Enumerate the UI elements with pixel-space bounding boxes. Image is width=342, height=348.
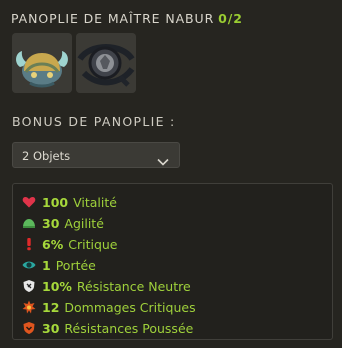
bonus-value: 100 xyxy=(42,194,69,210)
panoply-item-count: 0/2 xyxy=(218,11,243,26)
bonus-row-vitality: 100 Vitalité xyxy=(22,193,117,211)
bonus-value: 6% xyxy=(42,236,64,252)
set-bonus-panel: 100 Vitalité 30 Agilité 6% Critique 1 Po… xyxy=(12,183,333,340)
bonus-label: Vitalité xyxy=(73,194,117,210)
item-count-select-value: 2 Objets xyxy=(22,149,71,163)
critical-icon xyxy=(22,237,36,251)
bonus-row-neutral-resistance: 10% Résistance Neutre xyxy=(22,277,191,295)
bonus-label: Portée xyxy=(55,257,96,273)
critical-damage-icon xyxy=(22,300,36,314)
panoply-title: PANOPLIE DE MAÎTRE NABUR 0/2 xyxy=(11,11,243,26)
panoply-item-amulet[interactable] xyxy=(76,33,136,93)
bonus-row-critical: 6% Critique xyxy=(22,235,118,253)
bonus-value: 30 xyxy=(42,215,60,231)
chevron-down-icon xyxy=(157,151,169,170)
amulet-icon xyxy=(76,33,136,93)
panoply-item-helmet[interactable] xyxy=(12,33,72,93)
agility-icon xyxy=(22,216,36,230)
item-count-select[interactable]: 2 Objets xyxy=(12,142,180,168)
bonus-label: Résistance Neutre xyxy=(76,278,191,294)
bonus-label: Critique xyxy=(68,236,118,252)
eye-icon xyxy=(22,258,36,272)
bonus-value: 30 xyxy=(42,320,60,336)
bonus-row-push-resistance: 30 Résistances Poussée xyxy=(22,319,193,337)
bonus-row-range: 1 Portée xyxy=(22,256,96,274)
neutral-resistance-icon xyxy=(22,279,36,293)
bonus-value: 1 xyxy=(42,257,51,273)
set-bonus-label: BONUS DE PANOPLIE : xyxy=(12,114,176,129)
horned-helmet-icon xyxy=(12,33,72,93)
panoply-title-text: PANOPLIE DE MAÎTRE NABUR xyxy=(11,11,215,26)
push-resistance-icon xyxy=(22,321,36,335)
bonus-value: 10% xyxy=(42,278,72,294)
bonus-row-critical-damage: 12 Dommages Critiques xyxy=(22,298,196,316)
bonus-value: 12 xyxy=(42,299,60,315)
heart-icon xyxy=(22,195,36,209)
bonus-label: Dommages Critiques xyxy=(64,299,196,315)
bonus-row-agility: 30 Agilité xyxy=(22,214,104,232)
bonus-label: Résistances Poussée xyxy=(64,320,194,336)
bonus-label: Agilité xyxy=(64,215,104,231)
